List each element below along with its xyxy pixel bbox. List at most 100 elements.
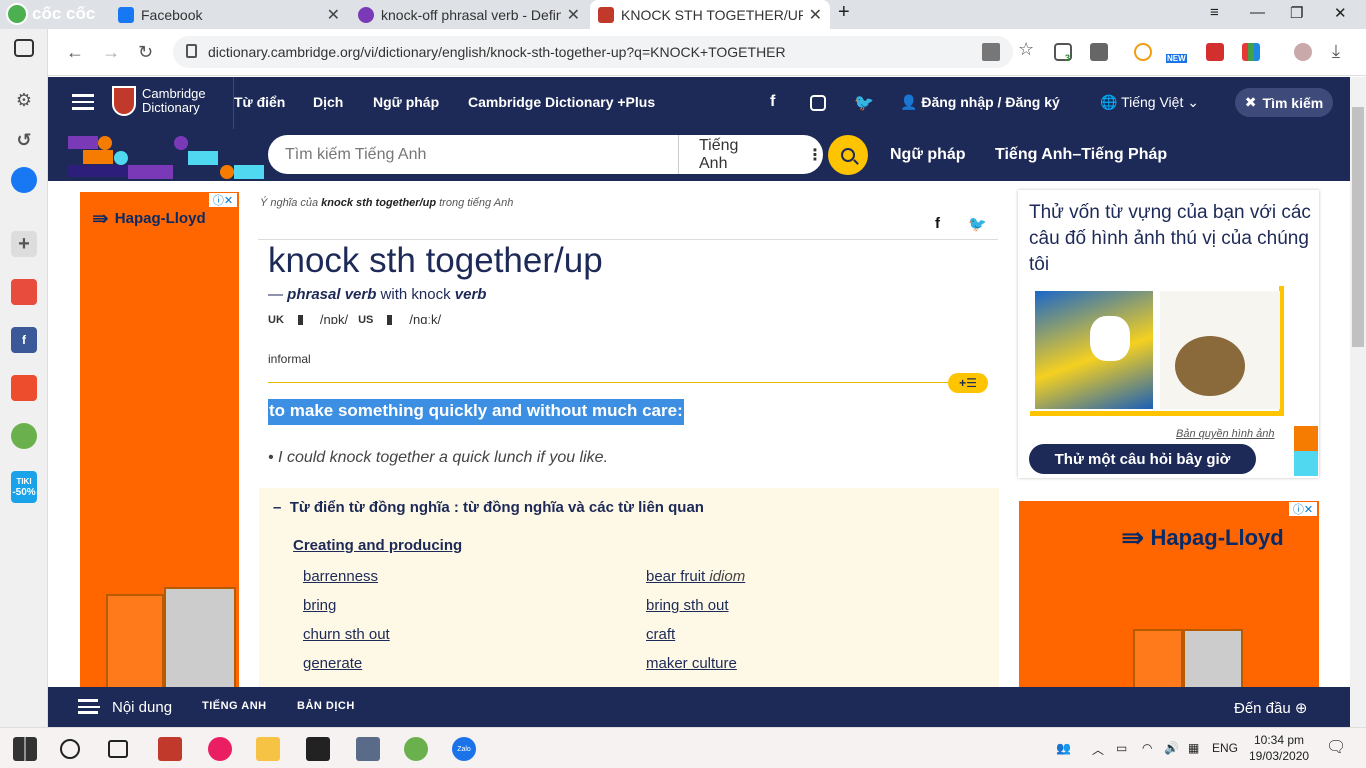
back-to-top-link[interactable]: Đến đầu ⊕ bbox=[1234, 699, 1307, 717]
profile-avatar[interactable] bbox=[1294, 43, 1312, 61]
forward-button[interactable]: → bbox=[102, 42, 120, 63]
hamburger-menu-icon[interactable] bbox=[72, 94, 94, 110]
tab-menu-icon[interactable]: ≡ bbox=[1210, 4, 1219, 21]
shopee-icon[interactable] bbox=[11, 375, 37, 401]
bookmark-star-icon[interactable]: ☆ bbox=[1018, 39, 1036, 59]
wifi-icon[interactable]: ◠ bbox=[1142, 741, 1152, 755]
notification-center-icon[interactable]: 🗨 bbox=[1326, 737, 1346, 757]
app-icon[interactable] bbox=[158, 737, 182, 761]
close-tab-icon[interactable]: ✕ bbox=[327, 5, 340, 25]
nav-grammar[interactable]: Ngữ pháp bbox=[373, 94, 439, 110]
us-speaker-icon[interactable] bbox=[387, 314, 399, 325]
back-button[interactable]: ← bbox=[66, 42, 84, 63]
thesaurus-header[interactable]: – Từ điển từ đồng nghĩa : từ đồng nghĩa … bbox=[273, 499, 704, 516]
contents-menu-icon[interactable] bbox=[78, 699, 100, 714]
instagram-icon[interactable] bbox=[810, 95, 826, 111]
app-icon[interactable] bbox=[208, 737, 232, 761]
add-app-icon[interactable]: + bbox=[11, 231, 37, 257]
sidebar-toggle-icon[interactable] bbox=[14, 39, 34, 57]
messenger-icon[interactable] bbox=[11, 167, 37, 193]
coccoc-taskbar-icon[interactable] bbox=[404, 737, 428, 761]
uk-speaker-icon[interactable] bbox=[297, 314, 310, 325]
shield-extension-icon[interactable]: 3 bbox=[1054, 43, 1072, 63]
cortana-icon[interactable] bbox=[60, 739, 80, 759]
coccoc-app-icon[interactable] bbox=[11, 423, 37, 449]
tab-knock-sth-together[interactable]: KNOCK STH TOGETHER/UP | C ✕ bbox=[590, 0, 830, 29]
page-scrollbar[interactable] bbox=[1350, 77, 1366, 727]
thesaurus-word[interactable]: bring bbox=[303, 597, 336, 614]
right-advertisement[interactable]: ⓘ✕ ⇛ Hapag-Lloyd bbox=[1019, 501, 1319, 687]
thesaurus-word[interactable]: generate bbox=[303, 655, 362, 672]
nav-dictionary[interactable]: Từ điển bbox=[234, 94, 285, 110]
quiz-image[interactable] bbox=[1030, 286, 1284, 416]
file-explorer-icon[interactable] bbox=[256, 737, 280, 761]
maximize-button[interactable]: ❐ bbox=[1290, 4, 1303, 22]
search-input[interactable]: Tìm kiếm Tiếng Anh bbox=[268, 146, 678, 164]
browser-brand[interactable]: cốc cốc bbox=[6, 3, 95, 25]
language-indicator[interactable]: ENG bbox=[1212, 741, 1238, 755]
new-extension-icon[interactable]: NEW bbox=[1166, 43, 1190, 63]
thesaurus-word[interactable]: churn sth out bbox=[303, 626, 390, 643]
search-submit-button[interactable] bbox=[828, 135, 868, 175]
task-view-icon[interactable] bbox=[108, 740, 128, 758]
tray-chevron-up-icon[interactable]: ︿ bbox=[1092, 741, 1104, 758]
minimize-button[interactable]: — bbox=[1250, 4, 1265, 21]
pos-verb-link[interactable]: verb bbox=[455, 286, 487, 303]
image-credit-link[interactable]: Bản quyền hình ảnh bbox=[1176, 428, 1274, 440]
tab-facebook[interactable]: Facebook ✕ bbox=[110, 0, 348, 29]
volume-icon[interactable]: 🔊 bbox=[1164, 741, 1179, 755]
share-facebook-icon[interactable]: f bbox=[935, 215, 940, 232]
facebook-icon[interactable]: f bbox=[770, 93, 775, 111]
tab-knock-off[interactable]: knock-off phrasal verb - Defin ✕ bbox=[350, 0, 588, 29]
ad-choices-icon[interactable]: ⓘ✕ bbox=[1289, 502, 1317, 516]
thesaurus-word[interactable]: maker culture bbox=[646, 655, 737, 672]
thesaurus-subheading[interactable]: Creating and producing bbox=[293, 537, 462, 554]
windows-start-icon[interactable] bbox=[13, 737, 37, 761]
people-icon[interactable]: 👥 bbox=[1056, 741, 1071, 755]
twitter-icon[interactable]: 🐦 bbox=[854, 93, 874, 113]
thesaurus-word[interactable]: barrenness bbox=[303, 568, 378, 585]
system-clock[interactable]: 10:34 pm 19/03/2020 bbox=[1249, 732, 1309, 764]
close-tab-icon[interactable]: ✕ bbox=[567, 5, 580, 25]
youtube-icon[interactable] bbox=[11, 279, 37, 305]
ad-choices-icon[interactable]: ⓘ✕ bbox=[209, 193, 237, 207]
zalo-icon[interactable]: Zalo bbox=[452, 737, 476, 761]
url-bar[interactable]: dictionary.cambridge.org/vi/dictionary/e… bbox=[173, 36, 1013, 68]
app-icon[interactable] bbox=[356, 737, 380, 761]
quiz-start-button[interactable]: Thử một câu hỏi bây giờ bbox=[1029, 444, 1256, 474]
login-link[interactable]: 👤 Đăng nhập / Đăng ký bbox=[900, 94, 1060, 111]
keyboard-icon[interactable]: ▦ bbox=[1188, 741, 1199, 755]
search-language-select[interactable]: Tiếng Anh ⋮ bbox=[678, 135, 823, 174]
left-advertisement[interactable]: ⓘ✕ ⇛ Hapag-Lloyd bbox=[80, 192, 239, 687]
scrollbar-thumb[interactable] bbox=[1352, 107, 1364, 347]
contents-link[interactable]: Nội dung bbox=[112, 699, 172, 716]
translation-tab[interactable]: BẢN DỊCH bbox=[297, 700, 355, 712]
facebook-icon[interactable]: f bbox=[11, 327, 37, 353]
thesaurus-word[interactable]: craft bbox=[646, 626, 675, 643]
download-arrow-icon[interactable]: ⤓ bbox=[1332, 41, 1340, 62]
english-tab[interactable]: TIẾNG ANH bbox=[202, 700, 267, 712]
language-selector[interactable]: 🌐 Tiếng Việt ⌄ bbox=[1100, 94, 1199, 111]
thesaurus-word[interactable]: bring sth out bbox=[646, 597, 729, 614]
subnav-english-french[interactable]: Tiếng Anh–Tiếng Pháp bbox=[995, 146, 1167, 164]
notification-icon[interactable] bbox=[1134, 43, 1152, 61]
add-to-wordlist-button[interactable]: +☰ bbox=[948, 373, 988, 393]
subnav-grammar[interactable]: Ngữ pháp bbox=[890, 146, 966, 164]
nav-translate[interactable]: Dịch bbox=[313, 94, 343, 110]
translate-icon[interactable] bbox=[982, 43, 1000, 61]
reload-button[interactable]: ↻ bbox=[138, 42, 153, 63]
header-search-button[interactable]: ✖ Tìm kiếm bbox=[1235, 88, 1333, 117]
new-tab-button[interactable]: + bbox=[838, 1, 850, 24]
cambridge-logo[interactable]: Cambridge Dictionary bbox=[112, 86, 206, 116]
share-twitter-icon[interactable]: 🐦 bbox=[968, 215, 987, 233]
thesaurus-word[interactable]: bear fruit idiom bbox=[646, 568, 745, 585]
close-window-button[interactable]: ✕ bbox=[1334, 4, 1347, 22]
battery-icon[interactable]: ▭ bbox=[1116, 741, 1127, 755]
app-icon[interactable] bbox=[306, 737, 330, 761]
history-icon[interactable]: ↺ bbox=[11, 127, 37, 153]
nav-plus[interactable]: Cambridge Dictionary +Plus bbox=[468, 94, 655, 110]
settings-gear-icon[interactable]: ⚙ bbox=[11, 87, 37, 113]
tiki-icon[interactable]: TIKI -50% bbox=[11, 471, 37, 503]
grid-extension-icon[interactable] bbox=[1242, 43, 1260, 61]
close-tab-icon[interactable]: ✕ bbox=[809, 5, 822, 25]
